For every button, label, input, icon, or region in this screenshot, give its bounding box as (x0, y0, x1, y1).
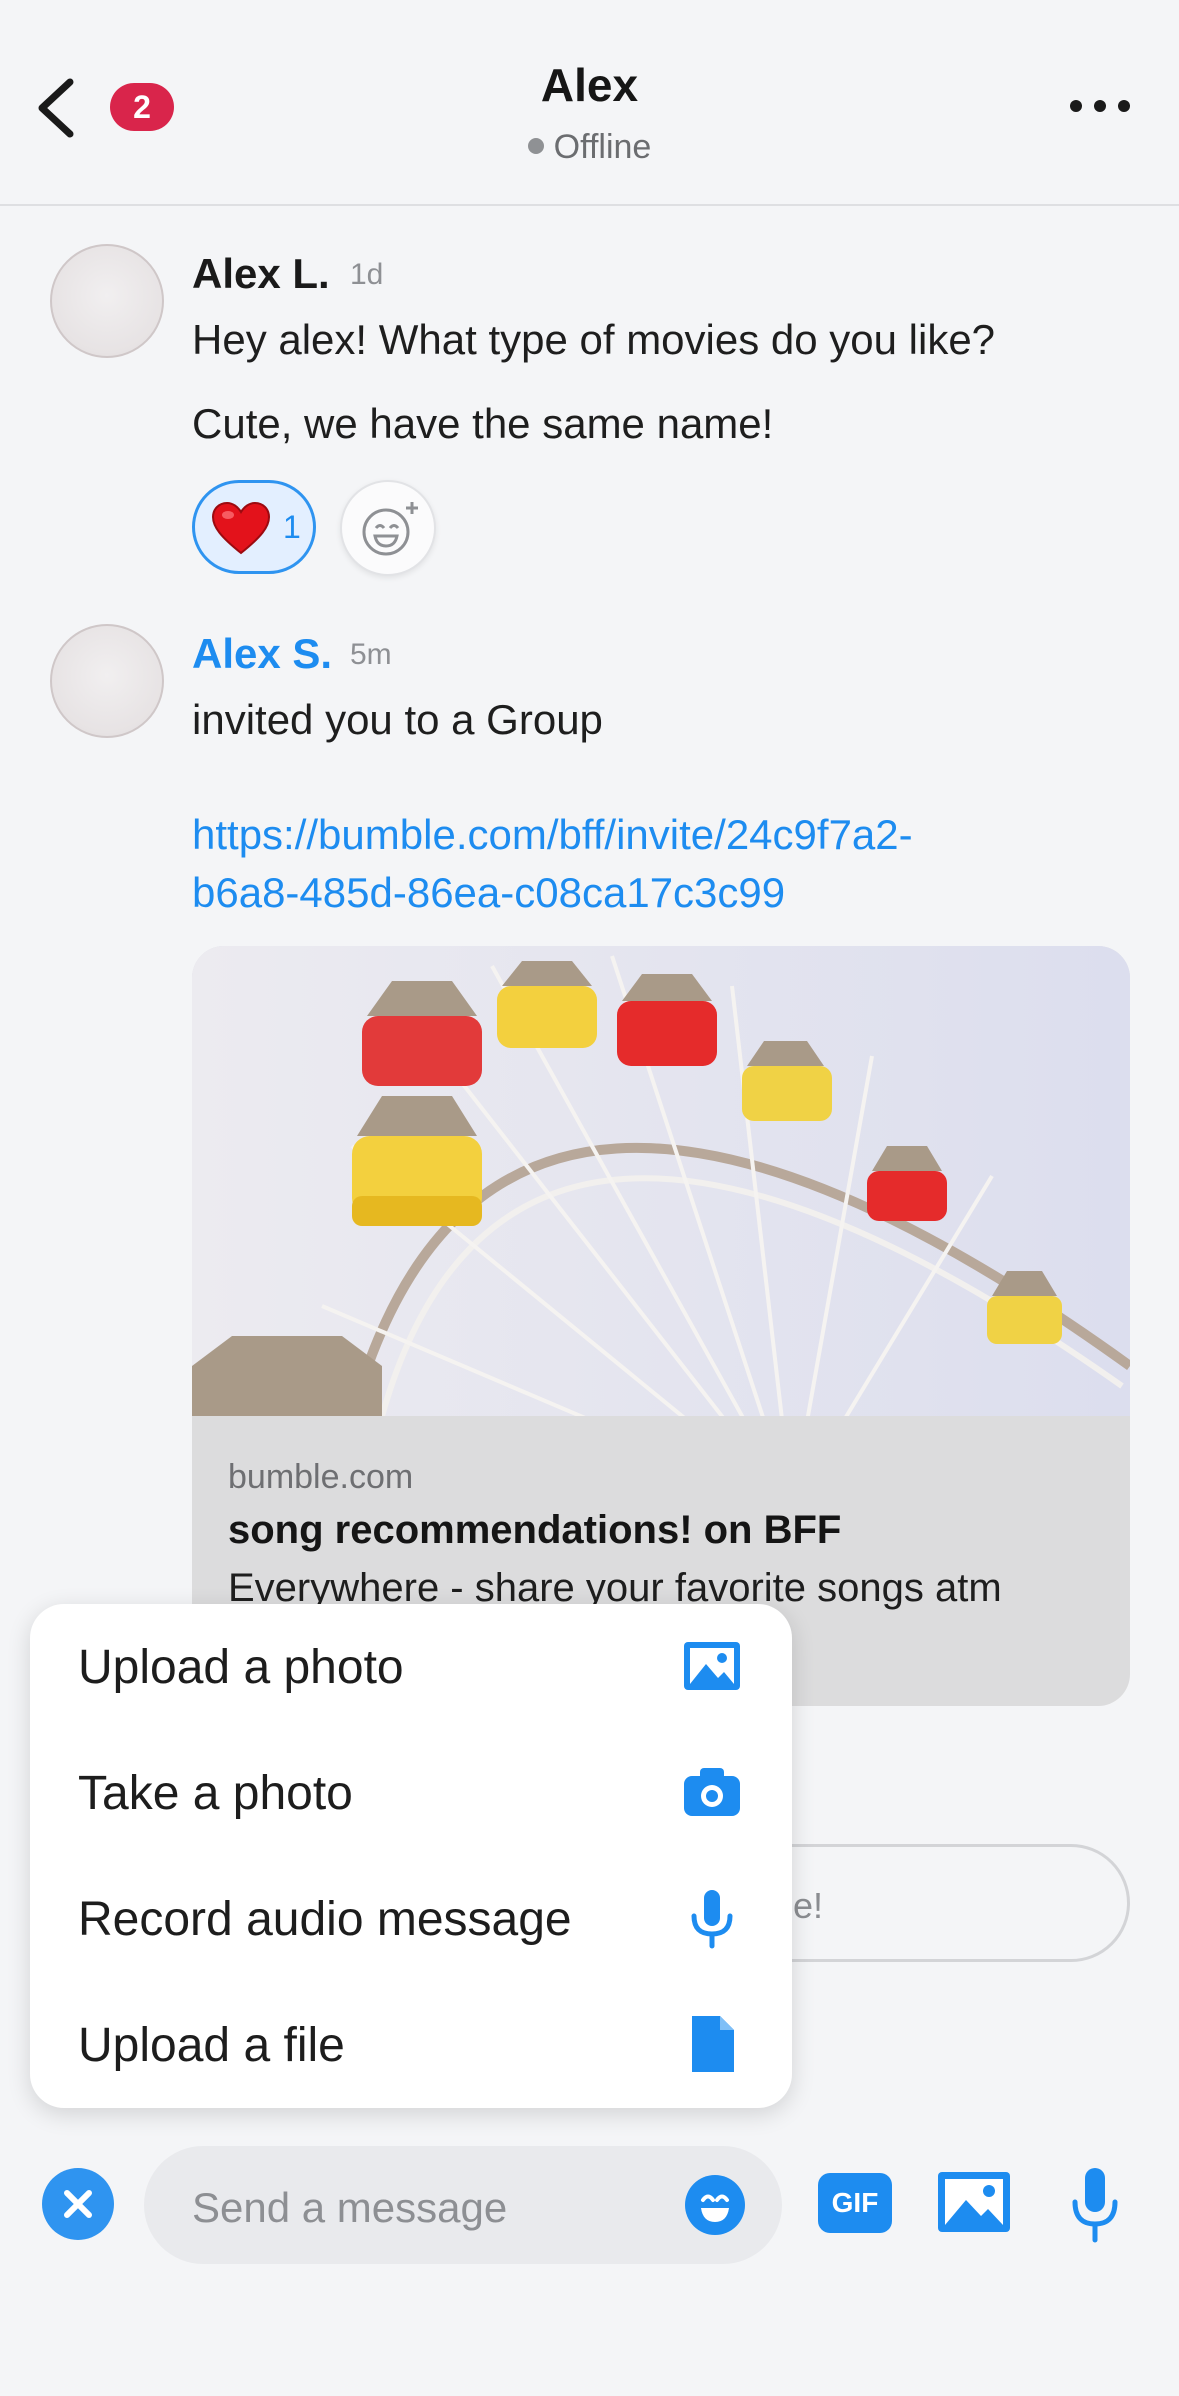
close-attachments-button[interactable] (42, 2168, 114, 2240)
sender-name[interactable]: Alex S. (192, 630, 332, 678)
microphone-icon (691, 1890, 733, 1949)
sender-name[interactable]: Alex L. (192, 250, 330, 298)
link-preview-card[interactable]: bumble.com song recommendations! on BFF … (192, 946, 1130, 1706)
chat-header: 2 Alex Offline (0, 0, 1179, 206)
message-time: 5m (350, 638, 392, 671)
status-dot-icon (527, 138, 544, 155)
reaction-heart-pill[interactable]: 1 (192, 480, 316, 574)
menu-item-take-photo[interactable]: Take a photo (30, 1730, 792, 1856)
preview-title: song recommendations! on BFF (228, 1508, 842, 1552)
invite-link-line: https://bumble.com/bff/invite/24c9f7a2- (192, 811, 913, 858)
invite-link-line: b6a8-485d-86ea-c08ca17c3c99 (192, 869, 786, 916)
message-text: Hey alex! What type of movies do you lik… (192, 316, 996, 363)
file-icon (692, 2016, 734, 2072)
menu-item-label: Upload a photo (78, 1641, 404, 1694)
avatar[interactable] (50, 624, 164, 738)
preview-domain: bumble.com (228, 1458, 414, 1496)
emoji-icon[interactable] (684, 2174, 746, 2236)
message-time: 1d (350, 258, 384, 291)
attachment-menu: Upload a photo Take a photo Record audio… (30, 1604, 792, 2108)
message-text: Cute, we have the same name! (192, 400, 774, 447)
menu-item-upload-file[interactable]: Upload a file (30, 1982, 792, 2108)
add-reaction-button[interactable] (340, 480, 436, 576)
message-input[interactable]: Send a message (144, 2146, 782, 2264)
invite-link[interactable]: https://bumble.com/bff/invite/24c9f7a2- … (192, 806, 1052, 922)
menu-item-record-audio[interactable]: Record audio message (30, 1856, 792, 1982)
message-text: invited you to a Group (192, 696, 603, 743)
image-icon (684, 1642, 740, 1690)
menu-item-label: Upload a file (78, 2019, 345, 2072)
camera-icon (684, 1768, 740, 1816)
menu-item-upload-photo[interactable]: Upload a photo (30, 1604, 792, 1730)
presence-status: Offline (0, 128, 1179, 167)
ferris-wheel-image (192, 946, 1130, 1416)
avatar[interactable] (50, 244, 164, 358)
chat-title: Alex (540, 59, 639, 111)
more-options-icon[interactable] (1068, 88, 1132, 124)
status-label: Offline (553, 128, 652, 166)
heart-icon (211, 501, 271, 555)
gallery-icon[interactable] (936, 2170, 1012, 2234)
reaction-count: 1 (283, 509, 301, 545)
microphone-icon[interactable] (1070, 2164, 1120, 2244)
gif-button[interactable]: GIF (818, 2173, 892, 2233)
menu-item-label: Take a photo (78, 1767, 353, 1820)
menu-item-label: Record audio message (78, 1893, 572, 1946)
add-emoji-icon (362, 502, 418, 556)
message-input-placeholder: Send a message (192, 2184, 508, 2231)
close-icon (64, 2190, 92, 2218)
partially-hidden-text: e! (793, 1885, 824, 1926)
